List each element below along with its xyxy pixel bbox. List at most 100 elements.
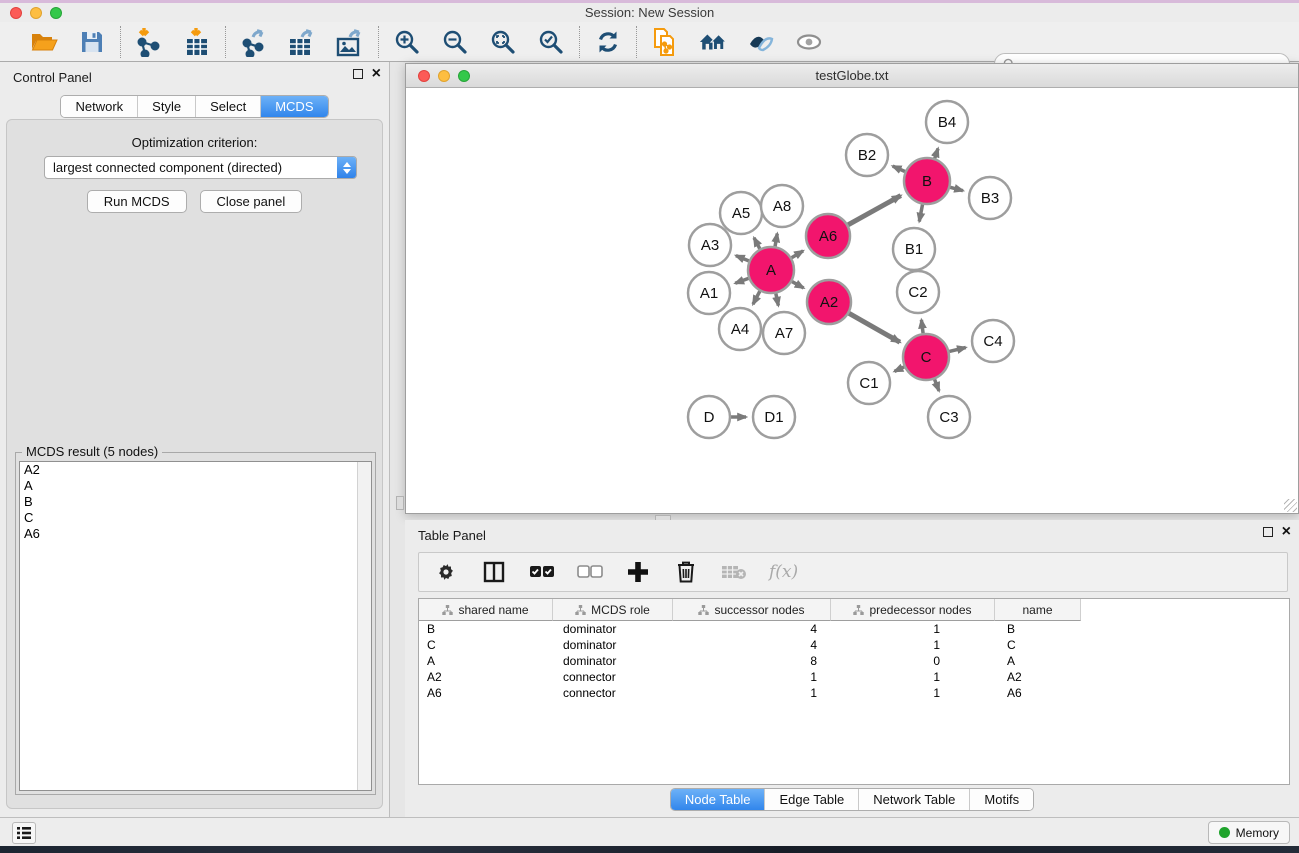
edge-A-A4[interactable] bbox=[753, 291, 760, 304]
export-network-icon[interactable] bbox=[239, 27, 269, 57]
column-header-shared-name[interactable]: shared name bbox=[419, 599, 553, 621]
gear-icon[interactable] bbox=[433, 559, 459, 585]
import-network-icon[interactable] bbox=[134, 27, 164, 57]
memory-button[interactable]: Memory bbox=[1208, 821, 1290, 844]
column-header-MCDS-role[interactable]: MCDS role bbox=[553, 599, 673, 621]
refresh-icon[interactable] bbox=[593, 27, 623, 57]
open-folder-icon[interactable] bbox=[29, 27, 59, 57]
tab-network[interactable]: Network bbox=[61, 96, 137, 117]
cell-predecessor-nodes[interactable]: 1 bbox=[831, 670, 995, 684]
cell-MCDS-role[interactable]: dominator bbox=[553, 654, 673, 668]
edge-A-A8[interactable] bbox=[775, 234, 777, 247]
cell-predecessor-nodes[interactable]: 0 bbox=[831, 654, 995, 668]
table-row[interactable]: Adominator80A bbox=[419, 653, 1289, 669]
criterion-dropdown[interactable]: largest connected component (directed) bbox=[44, 156, 357, 179]
select-all-icon[interactable] bbox=[529, 559, 555, 585]
export-image-icon[interactable] bbox=[335, 27, 365, 57]
cell-MCDS-role[interactable]: dominator bbox=[553, 638, 673, 652]
cell-successor-nodes[interactable]: 8 bbox=[673, 654, 831, 668]
zoom-in-icon[interactable] bbox=[392, 27, 422, 57]
column-header-successor-nodes[interactable]: successor nodes bbox=[673, 599, 831, 621]
float-table-panel-icon[interactable] bbox=[1263, 527, 1273, 537]
column-header-predecessor-nodes[interactable]: predecessor nodes bbox=[831, 599, 995, 621]
cell-shared-name[interactable]: A2 bbox=[419, 670, 553, 684]
cell-name[interactable]: A6 bbox=[995, 686, 1081, 700]
edge-A6-B[interactable] bbox=[848, 196, 901, 225]
deselect-all-icon[interactable] bbox=[577, 559, 603, 585]
zoom-selected-icon[interactable] bbox=[536, 27, 566, 57]
cell-shared-name[interactable]: A6 bbox=[419, 686, 553, 700]
result-item[interactable]: A bbox=[20, 478, 371, 494]
cell-MCDS-role[interactable]: dominator bbox=[553, 622, 673, 636]
result-item[interactable]: C bbox=[20, 510, 371, 526]
cell-successor-nodes[interactable]: 1 bbox=[673, 686, 831, 700]
edge-B-B1[interactable] bbox=[919, 205, 922, 222]
zoom-out-icon[interactable] bbox=[440, 27, 470, 57]
import-table-icon[interactable] bbox=[182, 27, 212, 57]
table-row[interactable]: Bdominator41B bbox=[419, 621, 1289, 637]
edge-B-B4[interactable] bbox=[935, 149, 938, 159]
run-mcds-button[interactable]: Run MCDS bbox=[87, 190, 187, 213]
table-row[interactable]: Cdominator41C bbox=[419, 637, 1289, 653]
cell-successor-nodes[interactable]: 4 bbox=[673, 622, 831, 636]
clone-network-icon[interactable] bbox=[650, 27, 680, 57]
window-resize-grip[interactable] bbox=[1284, 499, 1297, 512]
edge-A-A7[interactable] bbox=[776, 294, 778, 306]
edge-C-C4[interactable] bbox=[949, 348, 965, 352]
close-panel-icon[interactable]: × bbox=[372, 69, 381, 79]
cell-shared-name[interactable]: B bbox=[419, 622, 553, 636]
edge-A2-C[interactable] bbox=[849, 313, 900, 342]
cell-predecessor-nodes[interactable]: 1 bbox=[831, 686, 995, 700]
tab-motifs[interactable]: Motifs bbox=[969, 789, 1033, 810]
cell-predecessor-nodes[interactable]: 1 bbox=[831, 622, 995, 636]
cell-MCDS-role[interactable]: connector bbox=[553, 670, 673, 684]
result-item[interactable]: A6 bbox=[20, 526, 371, 542]
edge-B-B2[interactable] bbox=[893, 166, 905, 171]
eye-icon[interactable] bbox=[794, 27, 824, 57]
result-item[interactable]: B bbox=[20, 494, 371, 510]
cell-name[interactable]: A2 bbox=[995, 670, 1081, 684]
edge-C-C3[interactable] bbox=[935, 379, 939, 390]
zoom-fit-icon[interactable] bbox=[488, 27, 518, 57]
tab-mcds[interactable]: MCDS bbox=[260, 96, 327, 117]
vertical-splitter-handle[interactable] bbox=[396, 496, 404, 510]
cell-predecessor-nodes[interactable]: 1 bbox=[831, 638, 995, 652]
edge-A-A6[interactable] bbox=[792, 251, 803, 258]
column-header-name[interactable]: name bbox=[995, 599, 1081, 621]
node-table[interactable]: shared nameMCDS rolesuccessor nodesprede… bbox=[418, 598, 1290, 785]
result-scrollbar[interactable] bbox=[357, 462, 371, 790]
cell-name[interactable]: B bbox=[995, 622, 1081, 636]
mcds-result-list[interactable]: A2ABCA6 bbox=[19, 461, 372, 791]
float-panel-icon[interactable] bbox=[353, 69, 363, 79]
style-preview-icon[interactable] bbox=[746, 27, 776, 57]
cell-name[interactable]: A bbox=[995, 654, 1081, 668]
cell-shared-name[interactable]: C bbox=[419, 638, 553, 652]
result-item[interactable]: A2 bbox=[20, 462, 371, 478]
tab-node-table[interactable]: Node Table bbox=[671, 789, 765, 810]
network-canvas[interactable]: AA1A2A3A4A5A6A7A8BB1B2B3B4CC1C2C3C4DD1 bbox=[406, 88, 1298, 513]
cell-successor-nodes[interactable]: 1 bbox=[673, 670, 831, 684]
edge-A-A3[interactable] bbox=[736, 256, 749, 261]
close-panel-button[interactable]: Close panel bbox=[200, 190, 303, 213]
edge-A-A5[interactable] bbox=[754, 238, 760, 249]
cell-MCDS-role[interactable]: connector bbox=[553, 686, 673, 700]
edge-A-A2[interactable] bbox=[792, 282, 804, 288]
tab-select[interactable]: Select bbox=[195, 96, 260, 117]
table-row[interactable]: A2connector11A2 bbox=[419, 669, 1289, 685]
cell-name[interactable]: C bbox=[995, 638, 1081, 652]
cell-shared-name[interactable]: A bbox=[419, 654, 553, 668]
home-icon[interactable] bbox=[698, 27, 728, 57]
cell-successor-nodes[interactable]: 4 bbox=[673, 638, 831, 652]
export-table-icon[interactable] bbox=[287, 27, 317, 57]
edge-C-C2[interactable] bbox=[921, 320, 923, 333]
tab-network-table[interactable]: Network Table bbox=[858, 789, 969, 810]
network-window-titlebar[interactable]: testGlobe.txt bbox=[406, 64, 1298, 88]
close-table-panel-icon[interactable]: × bbox=[1282, 527, 1291, 537]
edge-C-C1[interactable] bbox=[894, 367, 904, 371]
edge-B-B3[interactable] bbox=[950, 187, 963, 190]
add-icon[interactable] bbox=[625, 559, 651, 585]
tab-edge-table[interactable]: Edge Table bbox=[764, 789, 858, 810]
table-row[interactable]: A6connector11A6 bbox=[419, 685, 1289, 701]
tab-style[interactable]: Style bbox=[137, 96, 195, 117]
columns-icon[interactable] bbox=[481, 559, 507, 585]
